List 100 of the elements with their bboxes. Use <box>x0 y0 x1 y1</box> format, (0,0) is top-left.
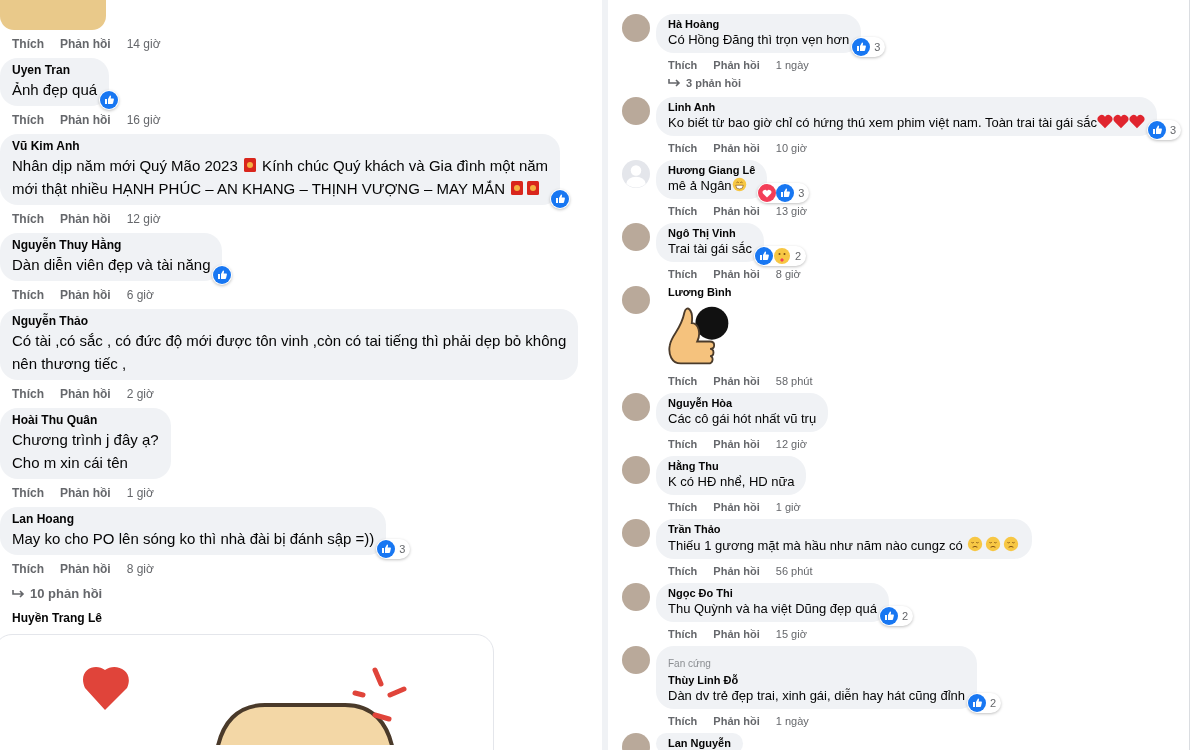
avatar[interactable] <box>622 582 650 611</box>
timestamp[interactable]: 10 giờ <box>775 140 807 155</box>
reaction-count[interactable] <box>550 189 571 209</box>
comment-action-link[interactable]: Phản hồi <box>60 288 111 302</box>
timestamp[interactable]: 2 giờ <box>126 387 154 401</box>
comment-action-link[interactable]: Phản hồi <box>713 499 760 514</box>
comment-action-link[interactable]: Phản hồi <box>713 713 760 728</box>
comment-action-link[interactable]: Thích <box>668 373 698 388</box>
comment-action-link[interactable]: Phản hồi <box>60 562 111 576</box>
commenter-name[interactable]: Lan Nguyễn <box>668 736 731 750</box>
comment-action-link[interactable]: Thích <box>12 562 44 576</box>
photo-placeholder[interactable] <box>0 0 106 30</box>
commenter-name[interactable]: Hương Giang Lê <box>668 163 756 177</box>
comment-action-link[interactable]: Phản hồi <box>713 626 760 641</box>
avatar[interactable] <box>622 455 650 484</box>
commenter-name[interactable]: Huyền Trang Lê <box>0 610 494 626</box>
avatar[interactable] <box>622 222 650 251</box>
commenter-name[interactable]: Ngọc Đo Thi <box>668 586 877 600</box>
commenter-name[interactable]: Lương Bình <box>656 285 744 299</box>
comment-text: nên thương tiếc , <box>12 354 128 374</box>
comment-action-link[interactable]: Thích <box>12 37 44 51</box>
comment-action-link[interactable]: Thích <box>12 486 44 500</box>
commenter-name[interactable]: Linh Anh <box>668 100 1145 114</box>
grinning-face-icon <box>731 176 747 192</box>
timestamp[interactable]: 1 ngày <box>775 713 809 728</box>
timestamp[interactable]: 1 giờ <box>775 499 801 514</box>
timestamp[interactable]: 1 giờ <box>126 486 154 500</box>
comment-action-link[interactable]: Thích <box>12 288 44 302</box>
comment-action-link[interactable]: Thích <box>668 436 698 451</box>
timestamp[interactable]: 6 giờ <box>126 288 154 302</box>
comment-action-link[interactable]: Thích <box>668 266 698 281</box>
comment-action-link[interactable]: Thích <box>668 499 698 514</box>
reaction-count[interactable] <box>99 90 120 110</box>
comment-action-link[interactable]: Thích <box>668 713 698 728</box>
comment-action-link[interactable]: Phản hồi <box>60 113 111 127</box>
timestamp[interactable]: 8 giờ <box>775 266 801 281</box>
commenter-name[interactable]: Hà Hoàng <box>668 18 850 31</box>
timestamp[interactable]: 12 giờ <box>126 212 161 226</box>
comment-action-link[interactable]: Thích <box>668 140 698 155</box>
comment-action-link[interactable]: Phản hồi <box>713 563 760 578</box>
comment-action-link[interactable]: Phản hồi <box>60 486 111 500</box>
avatar[interactable] <box>622 518 650 547</box>
commenter-name[interactable]: Trần Thảo <box>668 522 1021 536</box>
reaction-count[interactable]: 2 <box>967 692 1002 713</box>
timestamp[interactable]: 15 giờ <box>775 626 807 641</box>
comment-action-link[interactable]: Phản hồi <box>713 436 760 451</box>
like-reaction-icon <box>852 38 871 56</box>
timestamp[interactable]: 58 phút <box>775 373 813 388</box>
view-replies-link[interactable]: 3 phản hồi <box>656 75 753 92</box>
timestamp[interactable]: 8 giờ <box>126 562 154 576</box>
comment-action-link[interactable]: Thích <box>12 387 44 401</box>
avatar[interactable] <box>622 392 650 421</box>
timestamp[interactable]: 14 giờ <box>126 37 161 51</box>
reply-arrow-icon <box>668 78 682 89</box>
default-avatar-icon[interactable] <box>622 159 650 188</box>
commenter-name[interactable]: Uyen Tran <box>12 63 98 78</box>
comment-action-link[interactable]: Thích <box>668 203 698 218</box>
timestamp[interactable]: 12 giờ <box>775 436 807 451</box>
timestamp[interactable]: 56 phút <box>775 563 813 578</box>
reaction-count[interactable]: 2 <box>878 605 913 626</box>
reaction-count[interactable]: 3 <box>757 182 810 203</box>
timestamp[interactable]: 1 ngày <box>775 58 809 72</box>
commenter-name[interactable]: Hoài Thu Quân <box>12 413 159 428</box>
commenter-name[interactable]: Thùy Linh Đỗ <box>668 673 966 687</box>
view-replies-link[interactable]: 10 phản hồi <box>0 584 115 604</box>
comment-action-link[interactable]: Phản hồi <box>60 387 111 401</box>
reaction-count[interactable]: 3 <box>376 539 411 559</box>
commenter-name[interactable]: Nguyễn Hòa <box>668 396 817 410</box>
timestamp[interactable]: 16 giờ <box>126 113 161 127</box>
comment-action-link[interactable]: Phản hồi <box>713 266 760 281</box>
comment-action-link[interactable]: Phản hồi <box>713 140 760 155</box>
commenter-name[interactable]: Vũ Kim Anh <box>12 139 549 154</box>
comment-action-link[interactable]: Thích <box>668 626 698 641</box>
comment-action-link[interactable]: Thích <box>668 58 698 72</box>
avatar[interactable] <box>622 285 650 314</box>
comment-action-link[interactable]: Thích <box>12 212 44 226</box>
comment-action-link[interactable]: Thích <box>668 563 698 578</box>
comment-action-link[interactable]: Thích <box>12 113 44 127</box>
commenter-name[interactable]: Hằng Thu <box>668 459 795 473</box>
comment-action-link[interactable]: Phản hồi <box>713 203 760 218</box>
like-reaction-icon <box>776 183 795 202</box>
avatar[interactable] <box>622 96 650 125</box>
envelope-icon <box>242 157 257 173</box>
commenter-name[interactable]: Lan Hoang <box>12 512 375 527</box>
avatar[interactable] <box>622 14 650 42</box>
reaction-count[interactable] <box>212 265 233 285</box>
commenter-name[interactable]: Nguyễn Thảo <box>12 314 567 329</box>
reaction-count[interactable]: 3 <box>1146 119 1182 140</box>
comment-action-link[interactable]: Phản hồi <box>713 58 760 72</box>
comment-text: Dàn diễn viên đẹp và tài năng <box>12 255 211 275</box>
comment-action-link[interactable]: Phản hồi <box>60 212 111 226</box>
timestamp[interactable]: 13 giờ <box>775 203 807 218</box>
avatar[interactable] <box>622 645 650 674</box>
commenter-name[interactable]: Ngô Thị Vinh <box>668 226 753 240</box>
comment-action-link[interactable]: Phản hồi <box>60 37 111 51</box>
comment-text: Trai tài gái sắc <box>668 240 753 258</box>
commenter-name[interactable]: Nguyễn Thuy Hằng <box>12 238 211 253</box>
reaction-count[interactable]: 3 <box>851 37 886 57</box>
reaction-count[interactable]: 2 <box>754 245 807 266</box>
comment-action-link[interactable]: Phản hồi <box>713 373 760 388</box>
